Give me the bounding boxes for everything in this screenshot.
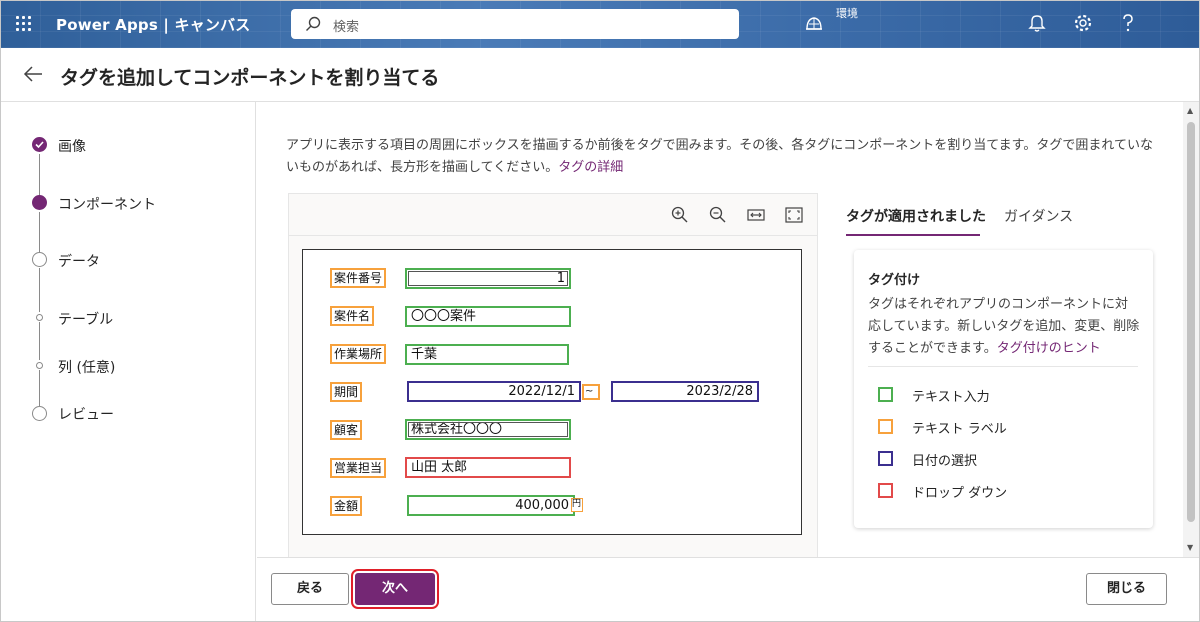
back-button[interactable]: 戻る <box>271 573 349 605</box>
scroll-up-icon[interactable]: ▲ <box>1187 106 1193 115</box>
legend-swatch-green <box>878 387 893 402</box>
close-button[interactable]: 閉じる <box>1086 573 1167 605</box>
field-value: 千葉 <box>411 347 438 362</box>
card-divider <box>868 366 1138 367</box>
wizard-stepper: 画像 コンポーネント データ テーブル 列 (任意) レビュー <box>0 102 256 622</box>
tag-text-label[interactable]: 円 <box>571 498 583 512</box>
field-value: 山田 太郎 <box>411 460 468 475</box>
back-arrow-icon[interactable] <box>22 64 44 84</box>
tag-date-picker[interactable]: 2023/2/28 <box>611 381 759 402</box>
legend-label: 日付の選択 <box>912 454 978 469</box>
step-pending-icon <box>32 406 47 421</box>
search-input[interactable]: 検索 <box>291 9 739 39</box>
search-placeholder: 検索 <box>333 20 360 35</box>
tag-text-label[interactable]: 期間 <box>330 382 363 402</box>
gear-icon[interactable] <box>1073 13 1093 33</box>
tag-text-input[interactable]: 400,000 <box>407 495 575 516</box>
tagging-card: タグ付け タグはそれぞれアプリのコンポーネントに対応しています。新しいタグを追加… <box>854 250 1153 528</box>
app-title[interactable]: Power Apps | キャンバス <box>56 14 250 35</box>
instructions-text: アプリに表示する項目の周囲にボックスを描画するか前後をタグで囲みます。その後、各… <box>286 135 1156 179</box>
field-value: 2023/2/28 <box>686 384 753 399</box>
tag-text-input[interactable]: 株式会社〇〇〇 <box>405 419 571 440</box>
tag-text-label[interactable]: 顧客 <box>330 420 363 440</box>
zoom-out-icon[interactable] <box>708 205 728 225</box>
legend-label: テキスト入力 <box>912 390 990 405</box>
scrollbar-thumb[interactable] <box>1187 122 1195 522</box>
main-content: アプリに表示する項目の周囲にボックスを描画するか前後をタグで囲みます。その後、各… <box>257 102 1183 557</box>
legend-swatch-orange <box>878 419 893 434</box>
tag-text-input[interactable]: 〇〇〇案件 <box>405 306 571 327</box>
substep-icon <box>36 362 43 369</box>
step-connector <box>39 268 40 312</box>
tag-text-input[interactable]: 千葉 <box>405 344 569 365</box>
tag-text-label[interactable]: 営業担当 <box>330 458 387 478</box>
vertical-scrollbar[interactable]: ▲ ▼ <box>1183 102 1200 557</box>
tag-date-picker[interactable]: 2022/12/1 <box>407 381 581 402</box>
help-icon[interactable] <box>1120 13 1136 33</box>
fit-screen-icon[interactable] <box>784 205 804 225</box>
field-border <box>408 271 568 286</box>
scroll-down-icon[interactable]: ▼ <box>1187 543 1193 552</box>
active-tab-indicator <box>846 234 980 236</box>
legend-swatch-red <box>878 483 893 498</box>
step-connector <box>39 370 40 406</box>
tag-dropdown[interactable]: 山田 太郎 <box>405 457 571 478</box>
bell-icon[interactable] <box>1028 13 1046 33</box>
card-title: タグ付け <box>868 273 921 288</box>
tag-text-label[interactable]: ~ <box>582 384 600 400</box>
environment-label[interactable]: 環境 <box>836 5 858 21</box>
environment-icon[interactable] <box>804 13 824 33</box>
field-border <box>408 422 568 437</box>
instructions-body: アプリに表示する項目の周囲にボックスを描画するか前後をタグで囲みます。その後、各… <box>286 138 1153 175</box>
step-pending-icon <box>32 252 47 267</box>
tag-text-input[interactable]: 1 <box>405 268 571 289</box>
tag-text-label[interactable]: 金額 <box>330 496 363 516</box>
next-button[interactable]: 次へ <box>351 569 439 609</box>
step-current-icon <box>32 195 47 210</box>
page-title: タグを追加してコンポーネントを割り当てる <box>60 67 440 89</box>
form-image[interactable]: 案件番号 1 案件名 〇〇〇案件 作業場所 千葉 期間 2022/12/1 ~ … <box>302 249 802 535</box>
step-label-review: レビュー <box>58 407 114 423</box>
tag-text-label[interactable]: 案件番号 <box>330 268 387 288</box>
step-label-columns: 列 (任意) <box>58 360 116 376</box>
app-launcher-icon[interactable] <box>14 14 34 34</box>
top-bar: Power Apps | キャンバス 検索 環境 <box>0 0 1200 48</box>
step-done-icon <box>32 137 47 152</box>
substep-icon <box>36 314 43 321</box>
wizard-footer: 戻る 次へ 閉じる <box>257 557 1200 622</box>
tag-details-link[interactable]: タグの詳細 <box>558 160 623 175</box>
fit-width-icon[interactable] <box>746 205 766 225</box>
step-label-data: データ <box>58 254 100 270</box>
canvas-toolbar <box>289 194 817 236</box>
step-connector <box>39 322 40 360</box>
checkmark-icon <box>35 141 44 149</box>
step-label-table: テーブル <box>58 312 114 328</box>
legend-label: テキスト ラベル <box>912 422 1007 437</box>
tag-text-label[interactable]: 作業場所 <box>330 344 387 364</box>
field-value: 400,000 <box>515 498 569 513</box>
field-value: 〇〇〇案件 <box>411 309 477 324</box>
step-label-image: 画像 <box>58 139 86 155</box>
tag-panel-tabs: タグが適用されました ガイダンス <box>846 200 1166 236</box>
field-value: 2022/12/1 <box>508 384 575 399</box>
zoom-in-icon[interactable] <box>670 205 690 225</box>
tab-tags-applied[interactable]: タグが適用されました <box>846 206 986 226</box>
step-connector <box>39 212 40 254</box>
search-icon <box>306 16 321 31</box>
tag-text-label[interactable]: 案件名 <box>330 306 375 326</box>
card-text: タグはそれぞれアプリのコンポーネントに対応しています。新しいタグを追加、変更、削… <box>868 294 1140 360</box>
legend-label: ドロップ ダウン <box>912 486 1008 501</box>
step-connector <box>39 154 40 196</box>
tab-guidance[interactable]: ガイダンス <box>1004 206 1073 226</box>
image-canvas[interactable]: 案件番号 1 案件名 〇〇〇案件 作業場所 千葉 期間 2022/12/1 ~ … <box>288 193 818 557</box>
step-label-component: コンポーネント <box>58 197 156 213</box>
page-header: タグを追加してコンポーネントを割り当てる <box>0 48 1200 102</box>
tagging-tips-link[interactable]: タグ付けのヒント <box>997 341 1101 356</box>
legend-swatch-purple <box>878 451 893 466</box>
